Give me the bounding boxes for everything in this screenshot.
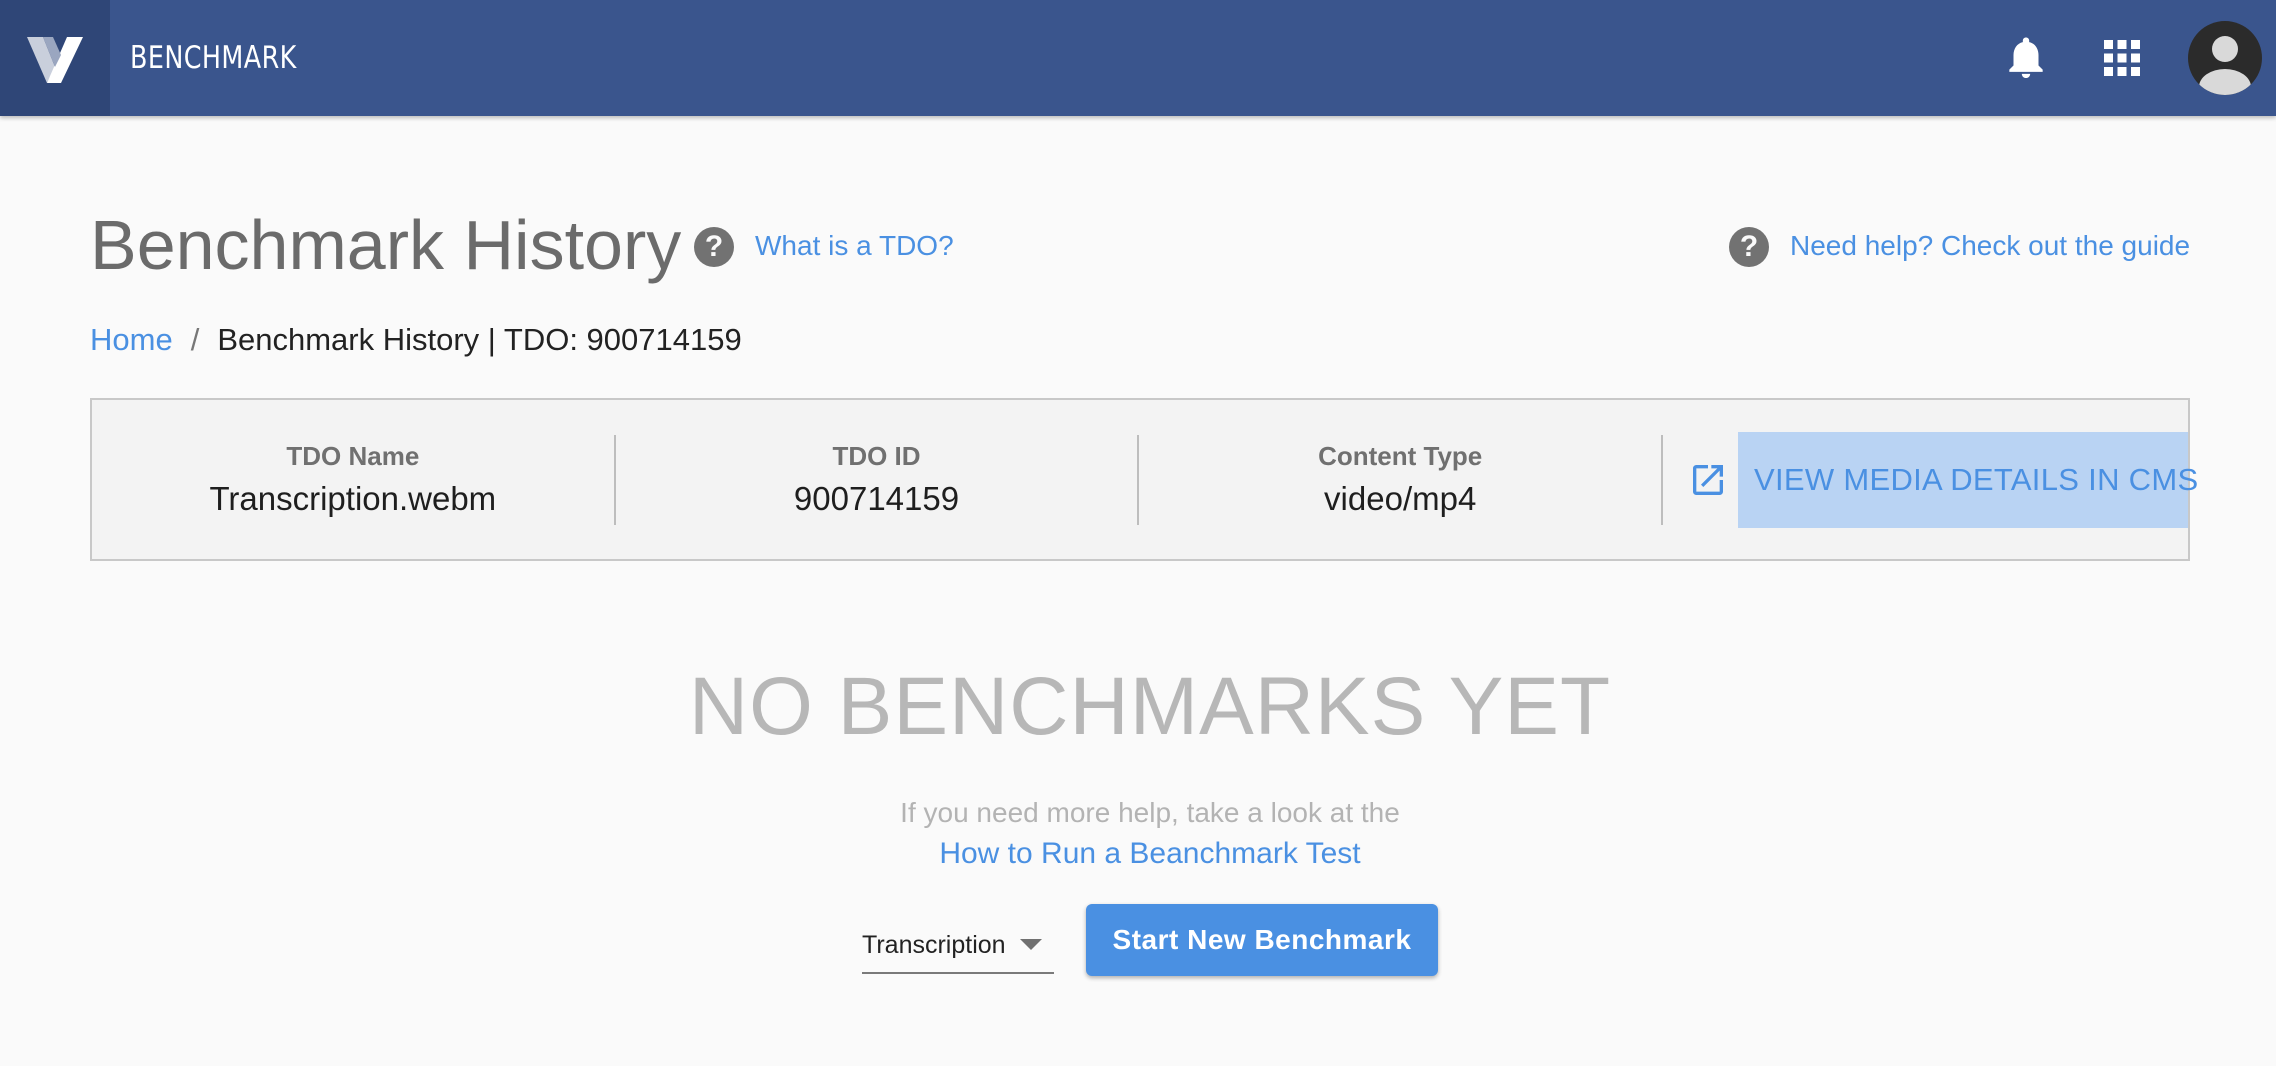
breadcrumb-separator: / [190, 322, 200, 357]
tdo-id-value: 900714159 [793, 480, 960, 517]
breadcrumb: Home / Benchmark History | TDO: 90071415… [90, 322, 742, 358]
tdo-name-value: Transcription.webm [209, 480, 497, 517]
guide-help-icon[interactable]: ? [1729, 227, 1769, 267]
open-in-new-icon [1678, 450, 1738, 510]
apps-grid-icon [2104, 40, 2140, 76]
user-avatar-icon [2199, 36, 2251, 95]
page-title: Benchmark History [90, 206, 682, 284]
view-media-details-button[interactable]: VIEW MEDIA DETAILS IN CMS [1678, 431, 2198, 528]
avatar[interactable] [2188, 21, 2262, 95]
empty-state-title: NO BENCHMARKS YET [688, 661, 1612, 752]
empty-state-help-text: If you need more help, take a look at th… [900, 797, 1400, 828]
content-type-label: Content Type [1318, 441, 1483, 471]
app-title: BENCHMARK [130, 40, 297, 76]
tdo-info-panel: TDO Name Transcription.webm TDO ID 90071… [90, 398, 2198, 561]
what-is-tdo-link[interactable]: What is a TDO? [755, 230, 954, 262]
app-bar: BENCHMARK [0, 0, 2276, 116]
engine-category-select[interactable]: Transcription [862, 918, 1054, 974]
content-type-value: video/mp4 [1324, 480, 1477, 517]
apps-button[interactable] [2074, 10, 2170, 106]
cms-cell: VIEW MEDIA DETAILS IN CMS [1663, 431, 2198, 528]
tdo-name-label: TDO Name [286, 441, 420, 471]
breadcrumb-home-link[interactable]: Home [90, 322, 173, 358]
engine-category-value: Transcription [862, 930, 1006, 959]
tdo-id-label: TDO ID [832, 441, 921, 471]
bell-icon [2009, 37, 2043, 78]
tdo-name-cell: TDO Name Transcription.webm [92, 434, 616, 525]
appbar-actions [1978, 0, 2262, 116]
start-new-benchmark-button[interactable]: Start New Benchmark [1086, 904, 1438, 976]
content-type-cell: Content Type video/mp4 [1139, 434, 1664, 525]
tdo-id-cell: TDO ID 900714159 [616, 434, 1140, 525]
breadcrumb-current: Benchmark History | TDO: 900714159 [217, 322, 742, 357]
app-logo[interactable] [0, 0, 110, 116]
help-guide-link[interactable]: Need help? Check out the guide [1790, 230, 2190, 262]
notifications-button[interactable] [1978, 10, 2074, 106]
view-media-details-label: VIEW MEDIA DETAILS IN CMS [1738, 431, 2198, 528]
dropdown-arrow-icon [1020, 939, 1042, 950]
tdo-help-icon[interactable]: ? [694, 227, 734, 267]
howto-link-row: How to Run a Beanchmark Test [0, 837, 2276, 871]
veritone-v-logo-icon [27, 37, 83, 83]
how-to-run-benchmark-link[interactable]: How to Run a Beanchmark Test [939, 837, 1360, 870]
